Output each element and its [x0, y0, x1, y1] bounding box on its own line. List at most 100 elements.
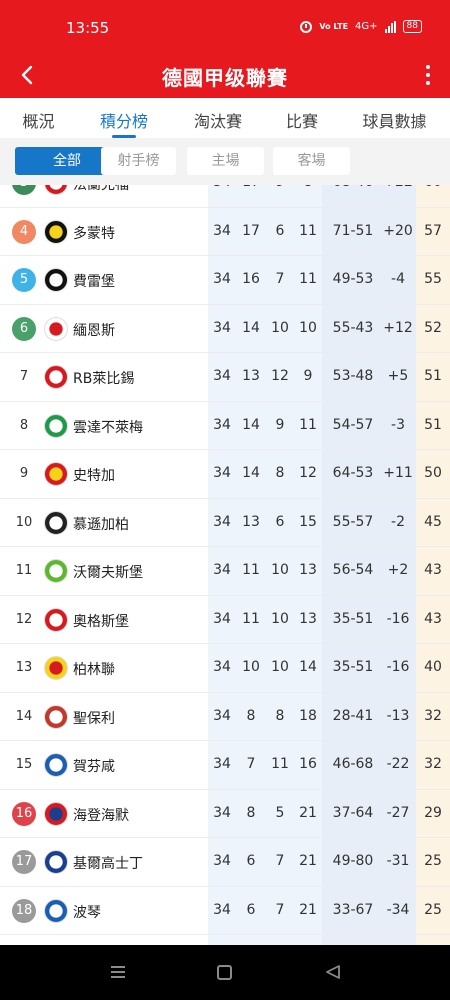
rank-badge: 4	[12, 219, 36, 244]
tab-matches[interactable]: 比賽	[265, 98, 339, 138]
tab-bar: 概況 積分榜 淘汰賽 比賽 球員數據	[0, 98, 450, 138]
cell-drawn: 10	[271, 562, 289, 578]
tab-player-stats[interactable]: 球員數據	[339, 98, 450, 138]
team-name[interactable]: 聖保利	[73, 708, 115, 728]
table-row[interactable]: 12 奧格斯堡 34 11 10 13 35-51 -16 43	[0, 596, 450, 644]
cell-won: 6	[246, 853, 256, 869]
tab-label: 淘汰賽	[193, 112, 242, 131]
cell-goal-difference: -31	[386, 853, 410, 869]
cell-goal-difference: -2	[391, 513, 405, 530]
team-name[interactable]: 賀芬咸	[73, 756, 115, 776]
table-row[interactable]: 9 史特加 34 14 8 12 64-53 +11 50	[0, 450, 450, 499]
cell-points: 60	[418, 185, 448, 190]
team-name[interactable]: 雲達不萊梅	[73, 417, 143, 437]
tab-standings[interactable]: 積分榜	[77, 98, 171, 138]
team-name[interactable]: 波琴	[73, 902, 101, 922]
cell-lost: 9	[303, 368, 313, 384]
table-row[interactable]: 16 海登海默 34 8 5 21 37-64 -27 29	[0, 790, 450, 838]
rank-badge: 7	[19, 369, 29, 384]
cell-goal-difference: +22	[380, 185, 416, 190]
frankfurt-crest-icon	[44, 185, 68, 195]
table-row[interactable]: 14 聖保利 34 8 8 18 28-41 -13 32	[0, 693, 450, 741]
table-row[interactable]: 6 緬恩斯 34 14 10 10 55-43 +12 52	[0, 305, 450, 353]
table-row[interactable]: 4 多蒙特 34 17 6 11 71-51 +20 57	[0, 208, 450, 256]
rank-badge: 11	[15, 563, 33, 578]
cell-goals: 54-57	[332, 416, 374, 433]
team-name[interactable]: 基爾高士丁	[73, 853, 143, 873]
table-row[interactable]: 15 賀芬咸 34 7 11 16 46-68 -22 32	[0, 741, 450, 790]
table-row[interactable]: 11 沃爾夫斯堡 34 11 10 13 56-54 +2 43	[0, 547, 450, 596]
team-name[interactable]: 沃爾夫斯堡	[73, 562, 143, 582]
rank-badge: 14	[15, 708, 33, 724]
back-triangle-icon[interactable]	[325, 964, 341, 980]
cell-goal-difference: -4	[391, 271, 405, 287]
table-row[interactable]: 17 基爾高士丁 34 6 7 21 49-80 -31 25	[0, 838, 450, 887]
team-name[interactable]: 奧格斯堡	[73, 611, 129, 631]
home-button[interactable]	[217, 965, 232, 980]
team-name[interactable]: RB萊比錫	[73, 368, 134, 388]
table-row[interactable]: 10 慕遜加柏 34 13 6 15 55-57 -2 45	[0, 499, 450, 547]
cell-lost: 21	[299, 901, 317, 918]
tab-knockout[interactable]: 淘汰賽	[171, 98, 265, 138]
tab-overview[interactable]: 概況	[0, 98, 77, 138]
table-row[interactable]: 5 費雷堡 34 16 7 11 49-53 -4 55	[0, 256, 450, 305]
team-name[interactable]: 緬恩斯	[73, 320, 115, 340]
table-row[interactable]: 7 RB萊比錫 34 13 12 9 53-48 +5 51	[0, 353, 450, 402]
cell-points: 32	[424, 756, 442, 772]
cell-goal-difference: +5	[387, 368, 409, 384]
cell-goals: 37-64	[332, 804, 374, 821]
rank-badge: 18	[12, 898, 36, 923]
cell-goals: 35-51	[332, 659, 374, 675]
filter-home[interactable]: 主場	[187, 147, 264, 175]
rank-badge: 8	[19, 417, 29, 433]
team-name[interactable]: 法蘭克福	[73, 185, 129, 194]
team-name[interactable]: 海登海默	[73, 805, 129, 825]
rank-badge: 16	[12, 801, 36, 826]
cell-drawn: 6	[275, 513, 285, 530]
cell-won: 13	[242, 368, 260, 384]
table-row[interactable]: 8 雲達不萊梅 34 14 9 11 54-57 -3 51	[0, 402, 450, 450]
team-name[interactable]: 柏林聯	[73, 659, 115, 679]
filter-away[interactable]: 客場	[273, 147, 350, 175]
cell-goal-difference: +12	[383, 319, 413, 336]
cell-goal-difference: -13	[386, 707, 410, 724]
cell-drawn: 7	[275, 853, 285, 869]
recent-apps-button[interactable]	[111, 966, 125, 978]
cell-played: 34	[213, 804, 231, 821]
menu-icon	[111, 966, 125, 968]
bochum-crest-icon	[44, 898, 68, 923]
tab-label: 比賽	[285, 112, 318, 131]
cell-lost: 10	[299, 319, 317, 336]
cell-lost: 13	[299, 610, 317, 627]
rank-badge: 17	[12, 850, 36, 874]
more-options-button[interactable]	[420, 60, 436, 90]
rank-badge: 15	[15, 757, 33, 772]
table-row[interactable]: 3 法蘭克福 341798 68-46+2260	[0, 185, 450, 208]
system-nav-bar	[0, 945, 450, 1000]
cell-won: 14	[242, 416, 260, 433]
team-name[interactable]: 多蒙特	[73, 223, 115, 243]
app-header: 德國甲级聯賽	[0, 52, 450, 98]
st-pauli-crest-icon	[44, 704, 68, 729]
dortmund-crest-icon	[44, 219, 68, 244]
team-name[interactable]: 史特加	[73, 465, 115, 485]
cell-goals: 68-46	[328, 185, 378, 190]
hoffenheim-crest-icon	[44, 753, 68, 777]
standings-table[interactable]: 3法蘭克福34179868-46+22604多蒙特341761171-51+20…	[0, 185, 450, 945]
team-name[interactable]: 慕遜加柏	[73, 514, 129, 534]
cell-goals: 28-41	[332, 707, 374, 724]
cell-won: 14	[242, 465, 260, 481]
cell-drawn: 8	[275, 707, 285, 724]
table-row[interactable]: 13 柏林聯 34 10 10 14 35-51 -16 40	[0, 644, 450, 693]
cell-goal-difference: -27	[386, 804, 410, 821]
cell-lost: 18	[299, 707, 317, 724]
cell-drawn: 8	[275, 465, 285, 481]
page-title: 德國甲级聯賽	[162, 66, 288, 90]
cell-played: 34	[213, 756, 231, 772]
cell-played: 34	[213, 562, 231, 578]
leipzig-crest-icon	[44, 365, 68, 389]
cell-played: 34	[208, 185, 236, 190]
filter-top-scorers[interactable]: 射手榜	[101, 147, 176, 175]
team-name[interactable]: 費雷堡	[73, 271, 115, 291]
table-row[interactable]: 18 波琴 34 6 7 21 33-67 -34 25	[0, 887, 450, 935]
